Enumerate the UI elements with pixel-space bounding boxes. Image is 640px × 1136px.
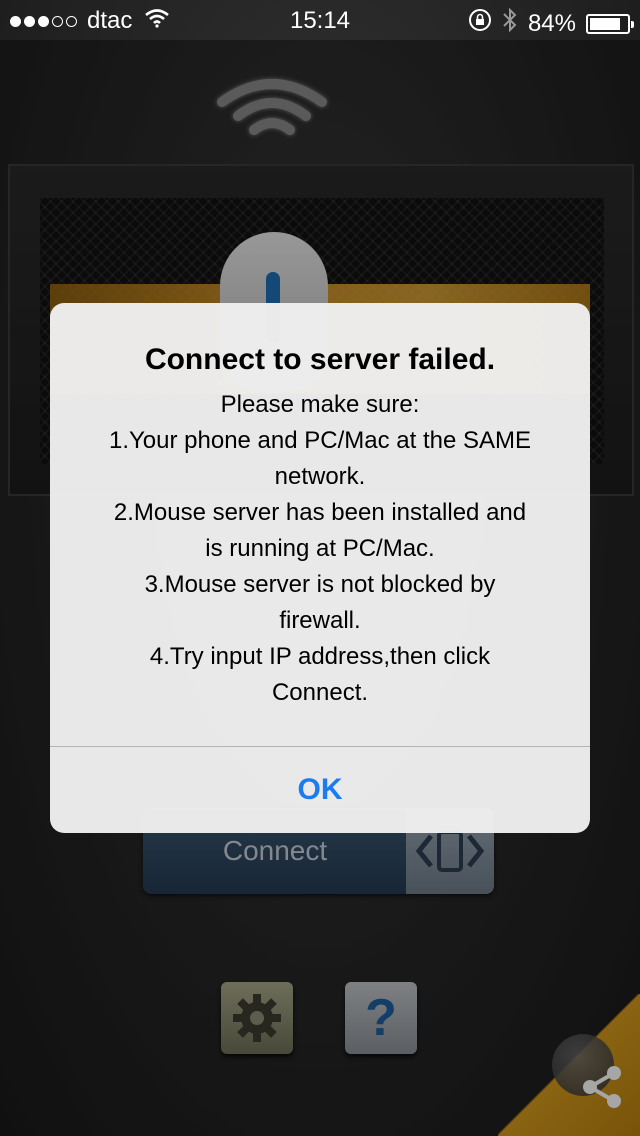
status-bar: dtac 15:14 84% bbox=[0, 0, 640, 40]
bluetooth-icon bbox=[502, 7, 518, 40]
alert-message-line: 4.Try input IP address,then click bbox=[149, 643, 491, 670]
alert-message-line: 1.Your phone and PC/Mac at the SAME bbox=[108, 427, 532, 454]
alert-message-line: 2.Mouse server has been installed and bbox=[113, 499, 527, 526]
alert-message: Please make sure: 1.Your phone and PC/Ma… bbox=[70, 387, 570, 711]
battery-percent: 84% bbox=[527, 9, 576, 37]
alert-title: Connect to server failed. bbox=[144, 343, 496, 376]
ok-button[interactable]: OK bbox=[50, 747, 590, 833]
battery-fill bbox=[590, 17, 620, 30]
alert-message-line: 3.Mouse server is not blocked by bbox=[144, 571, 496, 598]
alert-message-line: Please make sure: bbox=[220, 391, 420, 418]
alert-dialog: Connect to server failed. Please make su… bbox=[50, 303, 590, 833]
alert-message-line: network. bbox=[274, 463, 366, 490]
alert-message-line: is running at PC/Mac. bbox=[205, 535, 435, 562]
rotation-lock-icon bbox=[468, 8, 492, 39]
status-right: 84% bbox=[468, 7, 634, 40]
alert-message-line: Connect. bbox=[271, 679, 369, 706]
battery-icon bbox=[586, 13, 634, 34]
alert-message-line: firewall. bbox=[279, 607, 361, 634]
